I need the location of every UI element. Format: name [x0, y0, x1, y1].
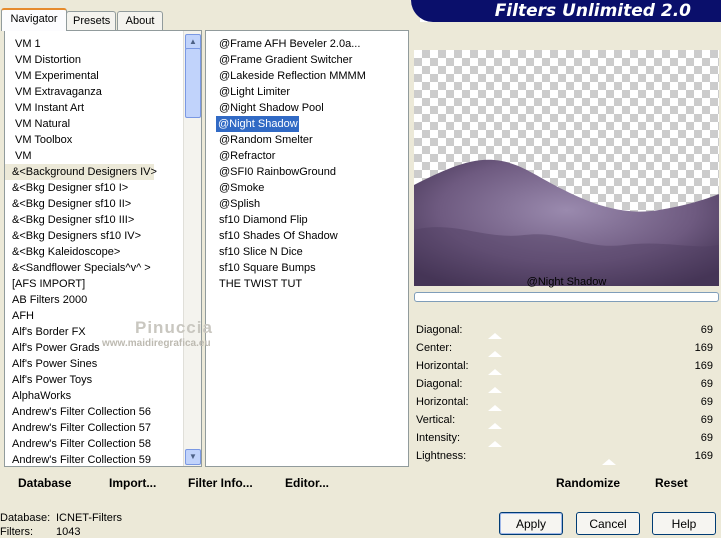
parameter-label: Vertical: [416, 414, 456, 426]
category-item[interactable]: VM Extravaganza [5, 84, 201, 100]
filters-count: 1043 [56, 526, 81, 538]
parameter-value: 69 [700, 414, 713, 426]
parameter-label: Center: [416, 342, 453, 354]
filter-item[interactable]: @Smoke [216, 180, 408, 196]
import-button[interactable]: Import... [109, 476, 156, 490]
category-item[interactable]: VM Toolbox [5, 132, 201, 148]
parameter-slider[interactable]: Center: 169 [414, 339, 719, 357]
database-label: Database: [0, 512, 51, 524]
filter-item[interactable]: @Random Smelter [216, 132, 408, 148]
category-item[interactable]: &<Bkg Designers sf10 IV> [5, 228, 201, 244]
parameter-value: 69 [700, 432, 713, 444]
category-item[interactable]: VM [5, 148, 201, 164]
parameter-slider[interactable]: Diagonal: 69 [414, 321, 719, 339]
category-list[interactable]: VM 1 VM Distortion VM Experimental VM Extra… [4, 30, 202, 467]
tab-presets[interactable]: Presets [66, 11, 116, 30]
preview-image [414, 50, 719, 286]
parameter-label: Horizontal: [416, 396, 469, 408]
help-button[interactable]: Help [652, 512, 716, 535]
category-scrollbar[interactable]: ▲ ▼ [183, 31, 201, 466]
filter-list[interactable]: @Frame AFH Beveler 2.0a... @Frame Gradien… [205, 30, 409, 467]
parameter-label: Intensity: [416, 432, 461, 444]
parameter-list: Diagonal: 69 Center: 169 Horizontal: 169 Diago… [414, 321, 719, 465]
parameter-label: Diagonal: [416, 378, 463, 390]
watermark-url: www.maidiregrafica.eu [102, 338, 211, 349]
parameter-value: 169 [694, 450, 713, 462]
parameter-value: 69 [700, 396, 713, 408]
filter-item[interactable]: sf10 Slice N Dice [216, 244, 408, 260]
category-item[interactable]: &<Bkg Designer sf10 II> [5, 196, 201, 212]
parameter-slider[interactable]: Horizontal: 169 [414, 357, 719, 375]
parameter-value: 69 [700, 378, 713, 390]
app-title: Filters Unlimited 2.0 [411, 0, 721, 22]
filter-item[interactable]: @Lakeside Reflection MMMM [216, 68, 408, 84]
filter-item[interactable]: @Night Shadow [216, 116, 299, 132]
filter-item[interactable]: THE TWIST TUT [216, 276, 408, 292]
filter-item[interactable]: @Refractor [216, 148, 408, 164]
parameter-value: 69 [700, 324, 713, 336]
database-value: ICNET-Filters [56, 512, 122, 524]
parameter-value: 169 [694, 342, 713, 354]
filter-item[interactable]: @Frame Gradient Switcher [216, 52, 408, 68]
editor-button[interactable]: Editor... [285, 476, 329, 490]
scroll-down-icon[interactable]: ▼ [185, 449, 201, 465]
category-item[interactable]: [AFS IMPORT] [5, 276, 201, 292]
category-item[interactable]: VM Experimental [5, 68, 201, 84]
action-bar: Database Import... Filter Info... Editor… [0, 467, 721, 497]
parameter-slider[interactable]: Intensity: 69 [414, 429, 719, 447]
filter-item[interactable]: @Frame AFH Beveler 2.0a... [216, 36, 408, 52]
tab-navigator[interactable]: Navigator [1, 8, 67, 31]
category-item[interactable]: Andrew's Filter Collection 58 [5, 436, 201, 452]
category-item[interactable]: VM Natural [5, 116, 201, 132]
category-item[interactable]: VM Instant Art [5, 100, 201, 116]
category-item[interactable]: VM Distortion [5, 52, 201, 68]
header-band: Filters Unlimited 2.0 [411, 0, 721, 22]
category-item[interactable]: &<Bkg Designer sf10 I> [5, 180, 201, 196]
filters-label: Filters: [0, 526, 33, 538]
parameter-slider[interactable]: Vertical: 69 [414, 411, 719, 429]
parameter-label: Diagonal: [416, 324, 463, 336]
parameter-slider[interactable]: Horizontal: 69 [414, 393, 719, 411]
parameter-slider[interactable]: Lightness: 169 [414, 447, 719, 465]
category-item[interactable]: Andrew's Filter Collection 59 [5, 452, 201, 466]
category-item[interactable]: VM 1 [5, 36, 201, 52]
parameter-label: Lightness: [416, 450, 467, 462]
category-item[interactable]: Andrew's Filter Collection 57 [5, 420, 201, 436]
category-item[interactable]: &<Bkg Designer sf10 III> [5, 212, 201, 228]
category-item[interactable]: &<Bkg Kaleidoscope> [5, 244, 201, 260]
scroll-thumb[interactable] [185, 48, 201, 118]
tab-about[interactable]: About [117, 11, 163, 30]
filter-item[interactable]: sf10 Diamond Flip [216, 212, 408, 228]
filter-title: @Night Shadow [526, 276, 607, 288]
parameter-value: 169 [694, 360, 713, 372]
apply-button[interactable]: Apply [499, 512, 563, 535]
filter-item[interactable]: sf10 Shades Of Shadow [216, 228, 408, 244]
watermark: Pinuccia [135, 318, 213, 337]
category-item[interactable]: Alf's Power Toys [5, 372, 201, 388]
progress-bar [414, 292, 719, 302]
filter-item[interactable]: @Splish [216, 196, 408, 212]
filter-item[interactable]: @Night Shadow Pool [216, 100, 408, 116]
filter-item[interactable]: @Light Limiter [216, 84, 408, 100]
reset-button[interactable]: Reset [655, 476, 688, 490]
filter-info-button[interactable]: Filter Info... [188, 476, 253, 490]
category-item[interactable]: Andrew's Filter Collection 56 [5, 404, 201, 420]
category-item[interactable]: &<Background Designers IV> [5, 164, 157, 180]
cancel-button[interactable]: Cancel [576, 512, 640, 535]
preview-panel: @Night Shadow Diagonal: 69 Center: 169 Horiz… [410, 30, 721, 467]
category-item[interactable]: &<Sandflower Specials^v^ > [5, 260, 201, 276]
filter-item[interactable]: @SFI0 RainbowGround [216, 164, 408, 180]
category-item[interactable]: Alf's Power Sines [5, 356, 201, 372]
category-item[interactable]: AlphaWorks [5, 388, 201, 404]
slider-thumb-icon[interactable] [602, 459, 616, 465]
parameter-label: Horizontal: [416, 360, 469, 372]
category-item[interactable]: AB Filters 2000 [5, 292, 201, 308]
preview-wave-icon [414, 159, 719, 286]
filter-item[interactable]: sf10 Square Bumps [216, 260, 408, 276]
randomize-button[interactable]: Randomize [556, 476, 620, 490]
parameter-slider[interactable]: Diagonal: 69 [414, 375, 719, 393]
database-button[interactable]: Database [18, 476, 71, 490]
